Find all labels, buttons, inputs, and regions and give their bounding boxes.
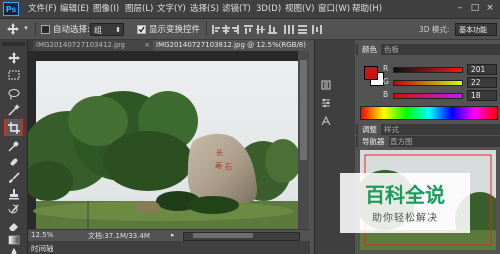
auto-select-dropdown[interactable]: 组 ⬍ xyxy=(90,23,124,36)
zoom-level[interactable]: 12.5% xyxy=(31,231,53,239)
chevron-right-icon[interactable]: ▸ xyxy=(171,231,179,240)
color-spectrum-bar[interactable] xyxy=(360,106,498,120)
red-value-input[interactable]: 201 xyxy=(467,64,497,75)
brush-icon[interactable] xyxy=(5,172,22,186)
history-panel-icon[interactable] xyxy=(321,80,331,90)
tab-swatches[interactable]: 色板 xyxy=(380,44,403,55)
gradient-icon[interactable] xyxy=(5,235,22,249)
move-icon[interactable] xyxy=(5,52,22,66)
document-tab-active[interactable]: IMG20140727103812.jpg @ 12.5%(RGB/8) × xyxy=(153,40,323,51)
green-value-input[interactable]: 22 xyxy=(467,77,497,88)
align-icons-group xyxy=(212,25,330,34)
eraser-icon[interactable] xyxy=(5,220,22,234)
document-size: 文档:37.1M/33.4M xyxy=(88,232,150,240)
green-slider[interactable] xyxy=(393,80,463,86)
menu-view[interactable]: 视图(V) xyxy=(285,3,314,16)
tab-histogram[interactable]: 直方图 xyxy=(386,136,417,147)
workspace-dropdown[interactable]: 基本功能 xyxy=(455,23,497,36)
chevron-down-icon: ⬍ xyxy=(115,26,121,34)
3d-mode-label: 3D 模式: xyxy=(419,25,450,34)
blur-icon[interactable] xyxy=(5,248,22,254)
history-brush-icon[interactable] xyxy=(5,204,22,218)
timeline-label[interactable]: 时间轴 xyxy=(31,243,54,254)
foreground-color-swatch-front[interactable] xyxy=(364,66,378,80)
eyedropper-icon[interactable] xyxy=(5,140,22,154)
menu-help[interactable]: 帮助(H) xyxy=(352,3,382,16)
tab-color[interactable]: 颜色 xyxy=(358,44,381,55)
auto-select-checkbox[interactable] xyxy=(41,25,50,34)
tools-panel xyxy=(0,40,28,254)
rock-inscription: 长 xyxy=(216,148,223,157)
show-transform-label: 显示变换控件 xyxy=(149,25,201,35)
tab-navigator[interactable]: 导航器 xyxy=(358,136,389,147)
menu-3d[interactable]: 3D(D) xyxy=(256,3,281,16)
properties-panel-icon[interactable] xyxy=(321,98,331,108)
divider xyxy=(206,22,207,36)
options-bar: ▾ 自动选择: 组 ⬍ 显示变换控件 3D 模式: 基本功能 xyxy=(0,19,500,40)
rock-inscription: 石 xyxy=(225,163,232,171)
channel-label-g: G xyxy=(383,77,389,86)
blue-slider[interactable] xyxy=(393,93,463,99)
move-tool-preset-icon[interactable] xyxy=(6,23,20,35)
divider xyxy=(35,22,36,36)
watermark-logo: 百科全说 助你轻松解决 xyxy=(340,173,470,233)
tab-adjustments[interactable]: 调整 xyxy=(358,124,381,135)
menu-file[interactable]: 文件(F) xyxy=(28,3,57,16)
tools-panel-grip[interactable] xyxy=(2,42,25,46)
lasso-icon[interactable] xyxy=(5,88,22,102)
tab-styles[interactable]: 样式 xyxy=(380,124,403,135)
menu-type[interactable]: 文字(Y) xyxy=(157,3,186,16)
document-tab-label: IMG20140727103412.jpg xyxy=(36,41,125,49)
minimize-icon[interactable]: – xyxy=(454,3,466,14)
photo-image: 长 寿 石 xyxy=(28,51,298,229)
close-icon[interactable]: × xyxy=(144,40,150,51)
character-panel-icon[interactable] xyxy=(321,115,331,126)
scrollbar-thumb[interactable] xyxy=(300,60,307,160)
document-tabs: IMG20140727103412.jpg × IMG2014072710381… xyxy=(28,40,323,51)
show-transform-checkbox[interactable] xyxy=(137,25,146,34)
maximize-icon[interactable]: □ xyxy=(469,3,481,14)
marquee-icon[interactable] xyxy=(5,70,22,84)
clone-stamp-icon[interactable] xyxy=(5,188,22,202)
chevron-down-icon[interactable]: ▾ xyxy=(22,24,30,34)
menu-edit[interactable]: 编辑(E) xyxy=(60,3,89,16)
rock-inscription: 寿 xyxy=(215,161,222,170)
workspace-value: 基本功能 xyxy=(459,26,487,34)
menu-layer[interactable]: 图层(L) xyxy=(125,3,153,16)
auto-select-value: 组 xyxy=(94,26,102,35)
menu-image[interactable]: 图像(I) xyxy=(93,3,119,16)
document-tab-label: IMG20140727103812.jpg @ 12.5%(RGB/8) xyxy=(156,41,306,49)
blue-value-input[interactable]: 18 xyxy=(467,90,497,101)
watermark-subtitle: 助你轻松解决 xyxy=(372,213,438,224)
menu-select[interactable]: 选择(S) xyxy=(190,3,219,16)
watermark-title: 百科全说 xyxy=(365,183,445,207)
menu-window[interactable]: 窗口(W) xyxy=(318,3,350,16)
document-tab[interactable]: IMG20140727103412.jpg × xyxy=(33,40,153,51)
document-canvas[interactable]: 长 寿 石 xyxy=(28,51,298,229)
auto-select-label: 自动选择: xyxy=(53,25,90,35)
scrollbar-thumb[interactable] xyxy=(193,233,253,238)
menu-bar: Ps 文件(F) 编辑(E) 图像(I) 图层(L) 文字(Y) 选择(S) 滤… xyxy=(0,0,500,19)
adjust-panel-tabs: 调整 样式 xyxy=(356,124,500,135)
crop-icon[interactable] xyxy=(4,119,23,136)
channel-label-b: B xyxy=(383,90,389,99)
healing-brush-icon[interactable] xyxy=(5,156,22,170)
navigator-panel-tabs: 导航器 直方图 xyxy=(356,136,500,147)
close-icon[interactable]: × xyxy=(484,3,496,14)
red-slider[interactable] xyxy=(393,67,463,73)
channel-label-r: R xyxy=(383,64,389,73)
timeline-panel: 时间轴 xyxy=(28,241,310,254)
photoshop-logo: Ps xyxy=(3,2,19,16)
menu-filter[interactable]: 滤镜(T) xyxy=(222,3,251,16)
color-panel-tabs: 颜色 色板 xyxy=(356,44,500,55)
magic-wand-icon[interactable] xyxy=(5,104,22,118)
